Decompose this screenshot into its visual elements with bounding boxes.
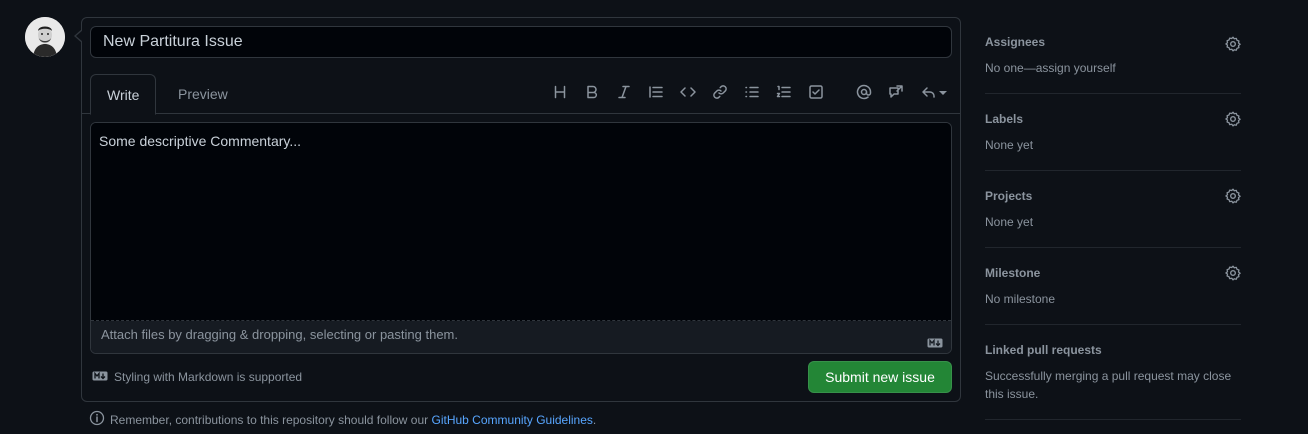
heading-button[interactable] <box>548 82 572 104</box>
chevron-down-icon <box>939 91 947 95</box>
issue-sidebar: Assignees No one—assign yourself Labels … <box>985 17 1241 420</box>
mention-button[interactable] <box>852 82 876 104</box>
ordered-list-button[interactable] <box>772 82 796 104</box>
link-icon <box>712 84 728 103</box>
unordered-list-button[interactable] <box>740 82 764 104</box>
labels-value: None yet <box>985 138 1034 152</box>
code-button[interactable] <box>676 82 700 104</box>
sidebar-milestone: Milestone No milestone <box>985 248 1241 325</box>
link-button[interactable] <box>708 82 732 104</box>
projects-value: None yet <box>985 215 1034 229</box>
gear-icon[interactable] <box>1225 188 1241 204</box>
sidebar-assignees: Assignees No one—assign yourself <box>985 17 1241 94</box>
assignees-heading: Assignees <box>985 35 1046 49</box>
task-list-button[interactable] <box>804 82 828 104</box>
milestone-heading: Milestone <box>985 266 1041 280</box>
avatar[interactable] <box>25 17 65 57</box>
linked-prs-value: Successfully merging a pull request may … <box>985 369 1232 401</box>
quote-button[interactable] <box>644 82 668 104</box>
reference-icon <box>888 84 904 103</box>
unordered-list-icon <box>744 84 760 103</box>
italic-button[interactable] <box>612 82 636 104</box>
labels-heading: Labels <box>985 112 1024 126</box>
markdown-note-text: Styling with Markdown is supported <box>114 370 303 384</box>
mention-icon <box>856 84 872 103</box>
sidebar-projects: Projects None yet <box>985 171 1241 248</box>
editor-tabs: Write Preview <box>82 74 960 115</box>
comment-editor: Some descriptive Commentary... Attach fi… <box>90 122 952 354</box>
issue-composer: Write Preview Some descriptive Commentar… <box>74 17 961 402</box>
linked-prs-heading: Linked pull requests <box>985 343 1102 357</box>
markdown-icon <box>92 370 108 384</box>
milestone-value: No milestone <box>985 292 1056 306</box>
community-guidelines-link[interactable]: GitHub Community Guidelines <box>432 413 593 427</box>
file-attachment-bar[interactable]: Attach files by dragging & dropping, sel… <box>91 321 951 353</box>
task-list-icon <box>808 84 824 103</box>
issue-title-input[interactable] <box>90 26 952 58</box>
heading-icon <box>552 84 568 103</box>
assignees-value[interactable]: No one—assign yourself <box>985 59 1241 77</box>
reply-icon <box>921 84 937 103</box>
submit-new-issue-button[interactable]: Submit new issue <box>808 361 952 393</box>
saved-replies-button[interactable] <box>918 82 950 104</box>
bold-icon <box>584 84 600 103</box>
reminder-text: Remember, contributions to this reposito… <box>110 412 429 427</box>
italic-icon <box>616 84 632 103</box>
reminder-end: . <box>592 412 597 427</box>
projects-heading: Projects <box>985 189 1033 203</box>
avatar-image <box>25 17 65 57</box>
tab-write[interactable]: Write <box>90 74 157 115</box>
code-icon <box>680 84 696 103</box>
sidebar-linked-pull-requests: Linked pull requests Successfully mergin… <box>985 325 1241 420</box>
bold-button[interactable] <box>580 82 604 104</box>
comment-body-textarea[interactable]: Some descriptive Commentary... <box>91 123 951 321</box>
gear-icon[interactable] <box>1225 265 1241 281</box>
markdown-support-note[interactable]: Styling with Markdown is supported <box>92 370 302 384</box>
quote-icon <box>648 84 664 103</box>
markdown-icon <box>927 330 943 353</box>
tab-preview[interactable]: Preview <box>162 74 244 115</box>
reference-button[interactable] <box>884 82 908 104</box>
info-icon <box>89 410 105 429</box>
sidebar-labels: Labels None yet <box>985 94 1241 171</box>
contribution-reminder: Remember, contributions to this reposito… <box>89 410 596 429</box>
attach-files-text: Attach files by dragging & dropping, sel… <box>101 327 458 342</box>
gear-icon[interactable] <box>1225 111 1241 127</box>
ordered-list-icon <box>776 84 792 103</box>
gear-icon[interactable] <box>1225 36 1241 52</box>
